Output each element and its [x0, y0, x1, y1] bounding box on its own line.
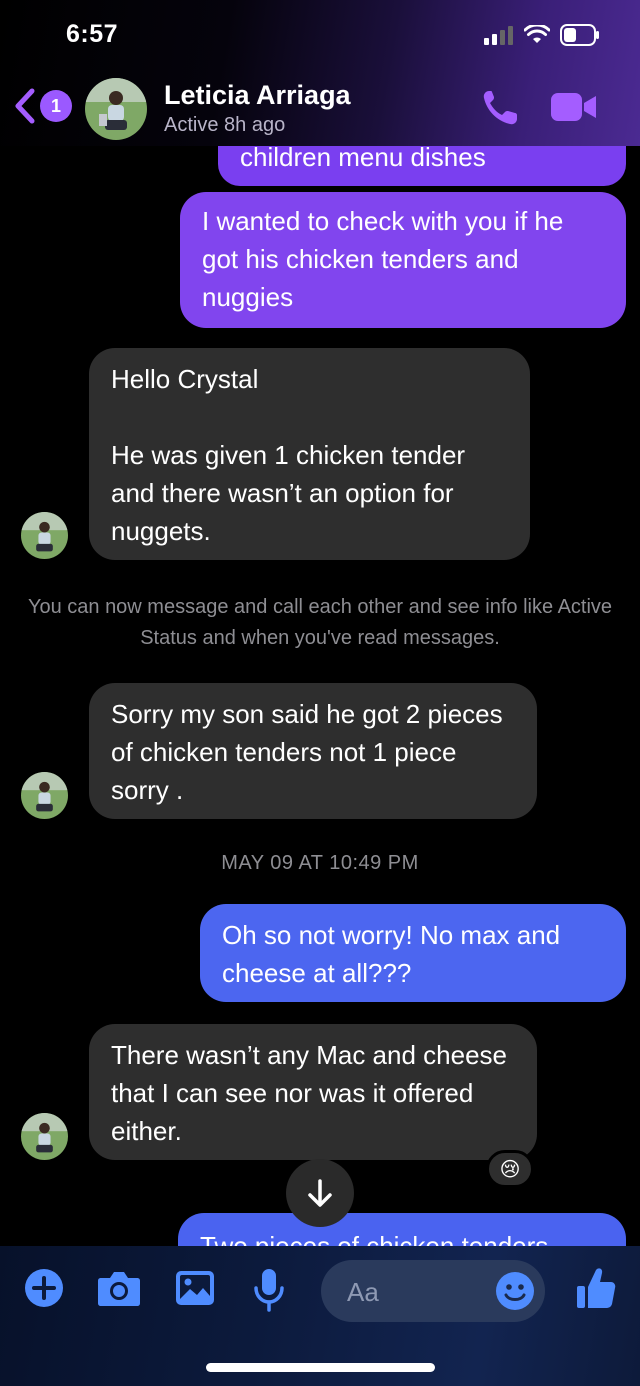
- contact-avatar-small[interactable]: [21, 772, 68, 819]
- back-button[interactable]: 1: [14, 88, 72, 124]
- system-notice: You can now message and call each other …: [27, 596, 613, 649]
- chevron-left-icon: [15, 88, 35, 124]
- more-actions-button[interactable]: [24, 1268, 64, 1313]
- top-bar: 6:57 1 Leticia Arriaga Active 8h ago: [0, 0, 640, 146]
- camera-icon: [98, 1272, 140, 1306]
- scroll-to-bottom-button[interactable]: [286, 1159, 354, 1227]
- message-input[interactable]: Aa: [321, 1260, 545, 1322]
- emoji-button[interactable]: [495, 1271, 535, 1316]
- message-bubble-incoming[interactable]: There wasn’t any Mac and cheese that I c…: [89, 1024, 537, 1160]
- signal-icon: [484, 25, 514, 50]
- message-text: Hello Crystal He was given 1 chicken ten…: [111, 364, 466, 546]
- message-timestamp: MAY 09 AT 10:49 PM: [221, 852, 419, 874]
- contact-avatar-small[interactable]: [21, 512, 68, 559]
- message-bubble-outgoing[interactable]: Oh so not worry! No max and cheese at al…: [200, 904, 626, 1002]
- message-bubble-incoming[interactable]: Sorry my son said he got 2 pieces of chi…: [89, 683, 537, 819]
- status-time: 6:57: [66, 20, 119, 48]
- plus-circle-icon: [25, 1269, 63, 1307]
- voice-message-button[interactable]: [253, 1268, 285, 1317]
- smiley-icon: [496, 1272, 534, 1310]
- conversation-header: 1 Leticia Arriaga Active 8h ago: [0, 70, 640, 146]
- like-button[interactable]: [576, 1266, 616, 1315]
- message-bubble-incoming[interactable]: Hello Crystal He was given 1 chicken ten…: [89, 348, 530, 560]
- message-reaction[interactable]: 😢: [486, 1150, 534, 1188]
- contact-active-status: Active 8h ago: [164, 114, 286, 136]
- message-bubble-outgoing[interactable]: I wanted to check with you if he got his…: [180, 192, 626, 328]
- wifi-icon: [523, 23, 551, 50]
- contact-avatar[interactable]: [85, 78, 147, 140]
- gallery-button[interactable]: [175, 1268, 215, 1313]
- thumbs-up-icon: [577, 1268, 616, 1308]
- phone-icon: [483, 91, 517, 125]
- microphone-icon: [254, 1269, 284, 1312]
- contact-name[interactable]: Leticia Arriaga: [164, 80, 351, 111]
- video-camera-icon: [551, 93, 596, 121]
- contact-avatar-small[interactable]: [21, 1113, 68, 1160]
- voice-call-button[interactable]: [480, 88, 520, 133]
- status-icons: [484, 23, 600, 51]
- unread-badge: 1: [40, 90, 72, 122]
- message-input-placeholder: Aa: [347, 1277, 379, 1307]
- image-icon: [176, 1271, 214, 1305]
- arrow-down-icon: [308, 1179, 332, 1207]
- video-call-button[interactable]: [550, 90, 598, 129]
- camera-button[interactable]: [97, 1268, 141, 1313]
- home-indicator[interactable]: [206, 1363, 435, 1372]
- battery-icon: [560, 24, 600, 51]
